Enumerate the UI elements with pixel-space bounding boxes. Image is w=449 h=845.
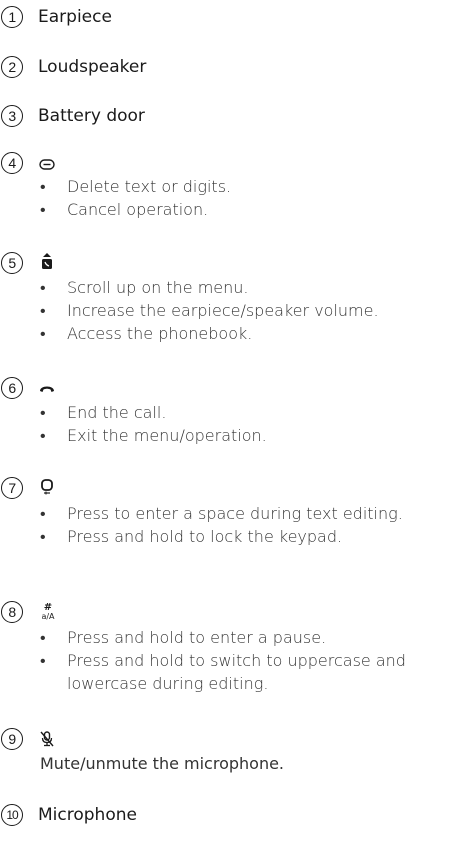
end-call-icon (40, 386, 54, 392)
zero-lock-key-icon (41, 479, 53, 495)
list-item: End the call. (40, 401, 442, 424)
delete-key-icon (39, 159, 55, 170)
list-item: Exit the menu/operation. (40, 424, 442, 447)
number-badge: 4 (1, 152, 23, 174)
number-badge: 3 (1, 105, 23, 127)
list-item: Press to enter a space during text editi… (40, 502, 442, 525)
item-title: Loudspeaker (38, 57, 147, 77)
item-title: Earpiece (38, 7, 112, 27)
bullet-list: Delete text or digits. Cancel operation. (40, 175, 442, 221)
list-item: Access the phonebook. (40, 322, 442, 345)
number-badge: 5 (1, 252, 23, 274)
list-item: Cancel operation. (40, 198, 442, 221)
list-item: Press and hold to switch to uppercase an… (40, 649, 442, 695)
number-badge: 9 (1, 728, 23, 750)
number-badge: 8 (1, 601, 23, 623)
list-item: Delete text or digits. (40, 175, 442, 198)
item-description: Mute/unmute the microphone. (40, 754, 285, 773)
item-title: Battery door (38, 106, 145, 126)
list-item: Press and hold to enter a pause. (40, 626, 442, 649)
list-item: Increase the earpiece/speaker volume. (40, 299, 442, 322)
bullet-list: Scroll up on the menu. Increase the earp… (40, 276, 442, 345)
number-badge: 6 (1, 377, 23, 399)
bullet-list: End the call. Exit the menu/operation. (40, 401, 442, 447)
number-badge: 7 (1, 477, 23, 499)
item-title: Microphone (38, 805, 137, 825)
list-item: Scroll up on the menu. (40, 276, 442, 299)
case-toggle-label: a/A (41, 612, 55, 621)
number-badge: 1 (1, 6, 23, 28)
number-badge: 2 (1, 56, 23, 78)
scroll-up-phonebook-icon (42, 253, 52, 269)
bullet-list: Press to enter a space during text editi… (40, 502, 442, 548)
number-badge: 10 (1, 804, 23, 826)
list-item: Press and hold to lock the keypad. (40, 525, 442, 548)
hash-key-icon: # a/A (38, 602, 58, 622)
hash-symbol: # (43, 602, 53, 613)
bullet-list: Press and hold to enter a pause. Press a… (40, 626, 442, 695)
mute-microphone-icon (40, 731, 54, 747)
